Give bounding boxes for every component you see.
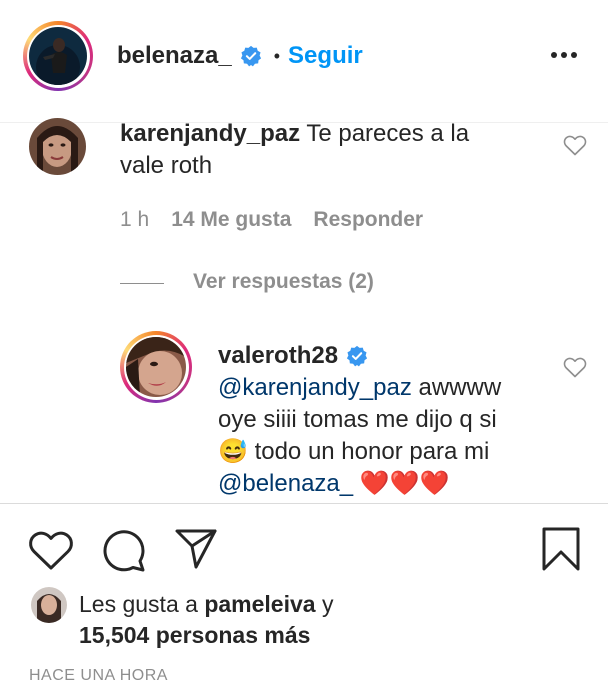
reply-text-line2: oye siiii tomas me dijo q si bbox=[218, 406, 497, 433]
commenter-avatar[interactable] bbox=[29, 118, 86, 175]
author-photo bbox=[29, 27, 87, 85]
verified-badge-icon bbox=[346, 345, 368, 367]
comment-meta: 1 h 14 Me gusta Responder bbox=[120, 208, 423, 232]
post-header: belenaza_ • Seguir bbox=[0, 0, 608, 112]
author-avatar[interactable] bbox=[23, 21, 93, 91]
reply-mention-commenter[interactable]: @karenjandy_paz bbox=[218, 374, 412, 401]
reply-button[interactable]: Responder bbox=[313, 208, 423, 232]
reply-text-line3: todo un honor para mi bbox=[254, 438, 490, 465]
commenter-photo bbox=[29, 118, 86, 175]
actions-divider bbox=[0, 503, 608, 504]
share-icon[interactable] bbox=[174, 528, 218, 570]
reply-hearts: ❤️❤️❤️ bbox=[359, 470, 450, 497]
header-separator: • bbox=[273, 45, 281, 66]
likes-count[interactable]: 15,504 personas más bbox=[79, 622, 310, 649]
comment-text-line2: vale roth bbox=[120, 152, 213, 179]
comment-likes-count[interactable]: 14 Me gusta bbox=[171, 208, 291, 232]
comment-time: 1 h bbox=[120, 208, 150, 231]
post-timestamp: HACE UNA HORA bbox=[29, 667, 168, 684]
reply-avatar[interactable] bbox=[120, 331, 192, 403]
follow-button[interactable]: Seguir bbox=[288, 42, 363, 70]
like-icon[interactable] bbox=[28, 529, 74, 571]
comment-body: karenjandy_paz Te pareces a la vale roth bbox=[120, 118, 550, 182]
more-options-icon[interactable] bbox=[550, 48, 578, 62]
liker-photo bbox=[31, 587, 67, 623]
save-icon[interactable] bbox=[541, 526, 581, 572]
comment-text-line1: Te pareces a la bbox=[306, 120, 470, 147]
comment-like-icon[interactable] bbox=[563, 134, 587, 156]
reply-username[interactable]: valeroth28 bbox=[218, 340, 338, 372]
author-username[interactable]: belenaza_ bbox=[117, 42, 232, 70]
reply-text-line1: awwww bbox=[418, 374, 502, 401]
replies-line bbox=[120, 283, 164, 284]
comment-icon[interactable] bbox=[101, 528, 147, 572]
verified-badge-icon bbox=[240, 45, 261, 67]
comment-username[interactable]: karenjandy_paz bbox=[120, 120, 300, 147]
likes-line1: Les gusta a pameleiva y bbox=[79, 591, 333, 618]
reply-mention-author[interactable]: @belenaza_ bbox=[218, 470, 353, 497]
liker-username[interactable]: pameleiva bbox=[204, 591, 315, 617]
likes-mid: y bbox=[315, 591, 334, 617]
liker-avatar[interactable] bbox=[31, 587, 67, 623]
reply-like-icon[interactable] bbox=[563, 356, 587, 378]
reply-emoji: 😅 bbox=[218, 438, 248, 465]
view-replies-button[interactable]: Ver respuestas (2) bbox=[193, 270, 374, 294]
reply-photo bbox=[126, 337, 186, 397]
reply-body: valeroth28 @karenjandy_paz awwww oye sii… bbox=[218, 340, 558, 500]
likes-prefix: Les gusta a bbox=[79, 591, 205, 617]
